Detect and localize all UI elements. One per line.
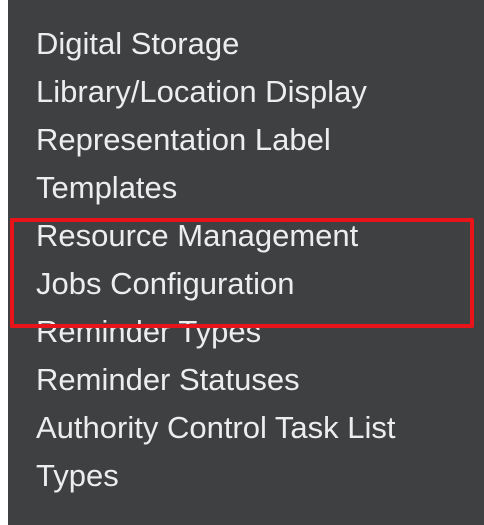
menu-item-label-line-1: Representation Label — [36, 122, 331, 157]
menu-item-label: Reminder Statuses — [36, 362, 300, 397]
menu-item-label-line-2: Types — [36, 458, 119, 493]
menu-item-label-line-2: Templates — [36, 170, 178, 205]
menu-item-authority-control-task-list-types[interactable]: Authority Control Task List Types — [36, 404, 476, 500]
menu-item-digital-storage[interactable]: Digital Storage — [36, 20, 476, 68]
menu-item-representation-label-templates[interactable]: Representation Label Templates — [36, 116, 476, 212]
menu-item-label: Digital Storage — [36, 26, 240, 61]
highlight-box — [10, 218, 474, 328]
menu-item-library-location-display[interactable]: Library/Location Display — [36, 68, 476, 116]
menu-item-reminder-statuses[interactable]: Reminder Statuses — [36, 356, 476, 404]
menu-item-label-line-1: Authority Control Task List — [36, 410, 396, 445]
menu-item-label: Library/Location Display — [36, 74, 367, 109]
